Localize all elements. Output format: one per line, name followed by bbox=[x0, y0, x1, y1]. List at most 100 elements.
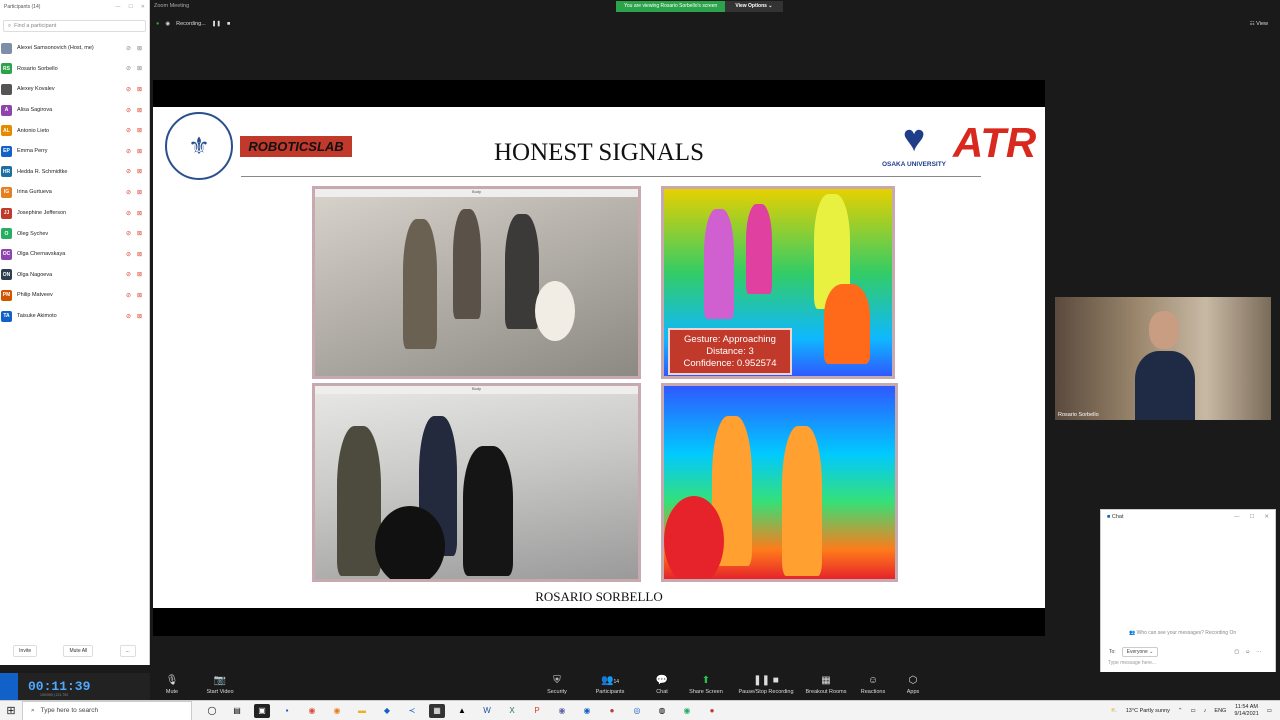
chrome-icon[interactable]: ◉ bbox=[304, 704, 320, 718]
video-off-icon[interactable]: ⊠ bbox=[134, 292, 145, 299]
video-off-icon[interactable]: ⊠ bbox=[134, 65, 145, 72]
participant-row[interactable]: AL Antonio Lieto ⊘ ⊠ bbox=[0, 120, 149, 141]
maximize-icon[interactable]: ☐ bbox=[1249, 514, 1254, 520]
video-off-icon[interactable]: ⊠ bbox=[134, 45, 145, 52]
minimize-icon[interactable]: — bbox=[1234, 514, 1240, 520]
participant-search-input[interactable]: ⌕ Find a participant bbox=[3, 20, 146, 32]
timer-handle[interactable] bbox=[0, 673, 18, 700]
microphone-muted-icon[interactable]: ⊘ bbox=[123, 148, 134, 155]
maximize-icon[interactable]: ☐ bbox=[128, 4, 132, 10]
microphone-muted-icon[interactable]: ⊘ bbox=[123, 189, 134, 196]
video-off-icon[interactable]: ⊠ bbox=[134, 189, 145, 196]
microphone-muted-icon[interactable]: ⊘ bbox=[123, 127, 134, 134]
file-explorer-icon[interactable]: ▬ bbox=[354, 704, 370, 718]
minimize-icon[interactable]: — bbox=[115, 4, 120, 10]
record-icon[interactable]: ● bbox=[604, 704, 620, 718]
participant-row[interactable]: PM Philip Matveev ⊘ ⊠ bbox=[0, 285, 149, 306]
tray-chevron-icon[interactable]: ⌃ bbox=[1178, 708, 1183, 714]
taskbar-search-input[interactable]: ⌕ Type here to search bbox=[22, 700, 192, 720]
microphone-muted-icon[interactable]: ⊘ bbox=[123, 45, 134, 52]
task-view-icon[interactable]: ◯ bbox=[204, 704, 220, 718]
video-off-icon[interactable]: ⊠ bbox=[134, 148, 145, 155]
video-off-icon[interactable]: ⊠ bbox=[134, 271, 145, 278]
zoom-icon[interactable]: ◉ bbox=[579, 704, 595, 718]
calculator-icon[interactable]: ▦ bbox=[429, 703, 445, 718]
app-icon[interactable]: ◎ bbox=[629, 704, 645, 718]
powerpoint-icon[interactable]: P bbox=[529, 704, 545, 718]
chat-visibility-notice[interactable]: 👥 Who can see your messages? Recording O… bbox=[1129, 630, 1236, 636]
participant-row[interactable]: ON Olga Nagoeva ⊘ ⊠ bbox=[0, 265, 149, 286]
pause-recording-icon[interactable]: ❚❚ bbox=[212, 21, 221, 27]
participant-row[interactable]: OC Olga Chernavskaya ⊘ ⊠ bbox=[0, 244, 149, 265]
video-off-icon[interactable]: ⊠ bbox=[134, 251, 145, 258]
video-off-icon[interactable]: ⊠ bbox=[134, 210, 145, 217]
notifications-icon[interactable]: ▭ bbox=[1267, 708, 1272, 714]
excel-icon[interactable]: X bbox=[504, 704, 520, 718]
network-icon[interactable]: ▭ bbox=[1190, 708, 1195, 714]
microphone-muted-icon[interactable]: ⊘ bbox=[123, 313, 134, 320]
video-off-icon[interactable]: ⊠ bbox=[134, 313, 145, 320]
participant-row[interactable]: A Alisa Sagirova ⊘ ⊠ bbox=[0, 100, 149, 121]
more-button[interactable]: ... bbox=[119, 645, 136, 657]
photo-icon[interactable]: ▲ bbox=[454, 704, 470, 718]
pause-stop-recording-button[interactable]: ❚❚ ■ Pause/Stop Recording bbox=[734, 672, 798, 700]
weather-text[interactable]: 13°C Partly sunny bbox=[1126, 708, 1170, 714]
app-icon[interactable]: ◍ bbox=[654, 704, 670, 718]
participant-row[interactable]: TA Taisuke Akimoto ⊘ ⊠ bbox=[0, 306, 149, 327]
volume-icon[interactable]: ♪ bbox=[1204, 708, 1207, 714]
invite-button[interactable]: Invite bbox=[13, 645, 38, 657]
microphone-muted-icon[interactable]: ⊘ bbox=[123, 107, 134, 114]
emoji-icon[interactable]: ☺ bbox=[1245, 649, 1250, 655]
video-off-icon[interactable]: ⊠ bbox=[134, 168, 145, 175]
participants-button[interactable]: 👥14 Participants bbox=[590, 672, 630, 700]
microphone-muted-icon[interactable]: ⊘ bbox=[123, 230, 134, 237]
view-options-button[interactable]: View Options ⌄ bbox=[725, 1, 783, 12]
microphone-muted-icon[interactable]: ⊘ bbox=[123, 86, 134, 93]
record-icon[interactable]: ● bbox=[704, 704, 720, 718]
microphone-muted-icon[interactable]: ⊘ bbox=[123, 271, 134, 278]
language-label[interactable]: ENG bbox=[1214, 708, 1226, 714]
windows-start-icon[interactable]: ⊞ bbox=[0, 704, 22, 717]
firefox-icon[interactable]: ◉ bbox=[329, 704, 345, 718]
participant-row[interactable]: Alexey Kovalev ⊘ ⊠ bbox=[0, 79, 149, 100]
chrome-icon[interactable]: ◉ bbox=[679, 704, 695, 718]
video-off-icon[interactable]: ⊠ bbox=[134, 230, 145, 237]
word-icon[interactable]: W bbox=[479, 704, 495, 718]
terminal-icon[interactable]: ▣ bbox=[254, 703, 270, 718]
chat-button[interactable]: 💬 Chat bbox=[650, 672, 674, 700]
video-off-icon[interactable]: ⊠ bbox=[134, 86, 145, 93]
apps-button[interactable]: ⬡ Apps bbox=[902, 672, 924, 700]
microphone-muted-icon[interactable]: ⊘ bbox=[123, 210, 134, 217]
teams-icon[interactable]: ◉ bbox=[554, 704, 570, 718]
participant-row[interactable]: IG Irina Gurtueva ⊘ ⊠ bbox=[0, 182, 149, 203]
more-icon[interactable]: ⋯ bbox=[1256, 649, 1261, 655]
mute-button[interactable]: 🎙 Mute bbox=[160, 672, 184, 700]
microphone-muted-icon[interactable]: ⊘ bbox=[123, 292, 134, 299]
breakout-rooms-button[interactable]: ▦ Breakout Rooms bbox=[802, 672, 850, 700]
chat-message-input[interactable]: Type message here... bbox=[1108, 660, 1156, 666]
view-button[interactable]: ☷ View bbox=[1250, 21, 1268, 27]
microphone-muted-icon[interactable]: ⊘ bbox=[123, 65, 134, 72]
file-icon[interactable]: ▢ bbox=[1234, 649, 1239, 655]
microphone-muted-icon[interactable]: ⊘ bbox=[123, 251, 134, 258]
participant-row[interactable]: JJ Josephine Jefferson ⊘ ⊠ bbox=[0, 203, 149, 224]
participant-row[interactable]: RS Rosario Sorbello ⊘ ⊠ bbox=[0, 59, 149, 80]
close-icon[interactable]: ✕ bbox=[1264, 514, 1269, 520]
participant-row[interactable]: O Oleg Sychev ⊘ ⊠ bbox=[0, 223, 149, 244]
close-icon[interactable]: ✕ bbox=[141, 4, 145, 10]
participant-row[interactable]: HR Hedda R. Schmidtke ⊘ ⊠ bbox=[0, 162, 149, 183]
start-video-button[interactable]: 📷 Start Video bbox=[200, 672, 240, 700]
reactions-button[interactable]: ☺ Reactions bbox=[858, 672, 888, 700]
video-off-icon[interactable]: ⊠ bbox=[134, 127, 145, 134]
mute-all-button[interactable]: Mute All bbox=[63, 645, 94, 657]
video-tile[interactable]: Rosario Sorbello bbox=[1055, 297, 1271, 420]
microphone-muted-icon[interactable]: ⊘ bbox=[123, 168, 134, 175]
stop-recording-icon[interactable]: ■ bbox=[227, 21, 230, 27]
dropbox-icon[interactable]: ◆ bbox=[379, 704, 395, 718]
video-off-icon[interactable]: ⊠ bbox=[134, 107, 145, 114]
taskbar-clock[interactable]: 11:54 AM 9/14/2021 bbox=[1234, 704, 1258, 718]
share-screen-button[interactable]: ⬆ Share Screen bbox=[686, 672, 726, 700]
save-icon[interactable]: ▪ bbox=[279, 704, 295, 718]
participant-row[interactable]: EP Emma Perry ⊘ ⊠ bbox=[0, 141, 149, 162]
vscode-icon[interactable]: ≺ bbox=[404, 704, 420, 718]
